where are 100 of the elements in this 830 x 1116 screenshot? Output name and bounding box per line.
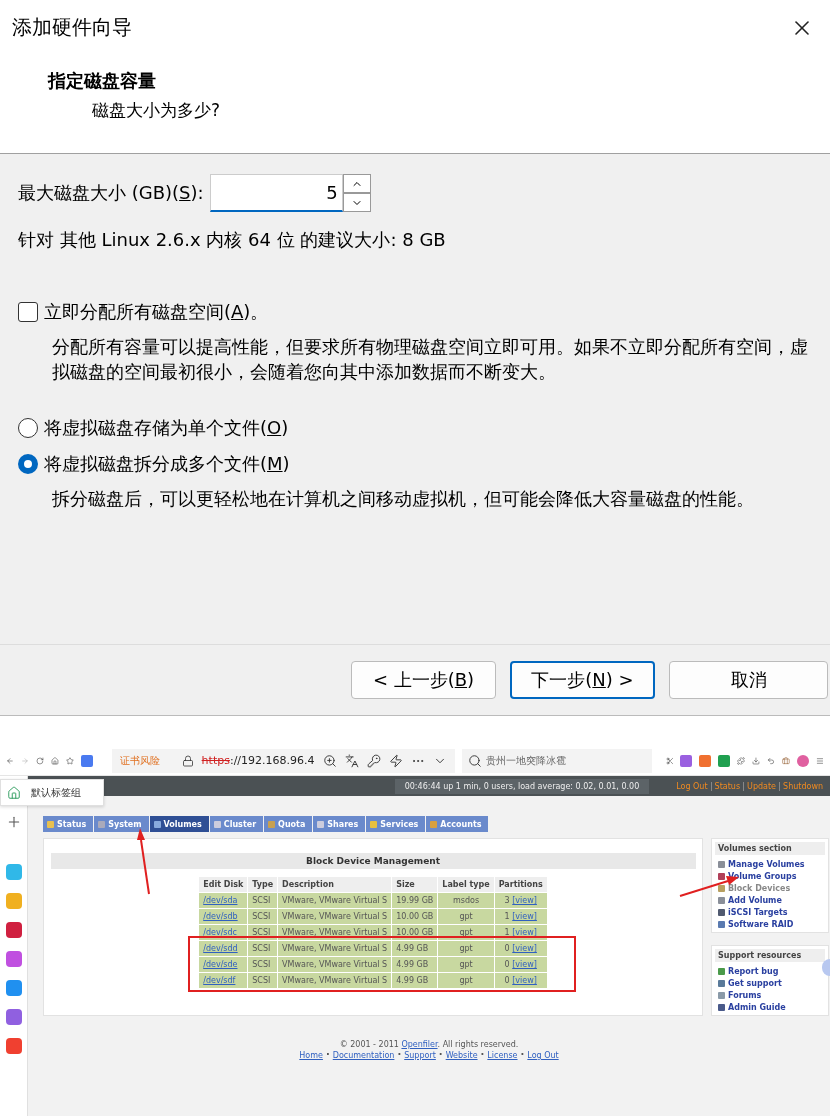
footer-link[interactable]: License [487,1051,518,1060]
sidebar-link[interactable]: Manage Volumes [715,860,825,869]
decrement-button[interactable] [342,193,371,212]
column-header: Partitions [494,877,547,892]
window-title: 添加硬件向导 [12,14,132,41]
footer-link[interactable]: Documentation [332,1051,395,1060]
nav-tab[interactable]: Volumes [149,816,209,832]
table-cell: gpt [438,941,494,956]
table-cell: gpt [438,909,494,924]
sidebar-link[interactable]: Get support [715,979,825,988]
column-header: Description [278,877,392,892]
nav-tab[interactable]: Services [366,816,426,832]
footer-link[interactable]: Support [404,1051,436,1060]
column-header: Type [248,877,278,892]
panel-heading: Support resources [715,949,825,962]
footer-link[interactable]: Home [299,1051,323,1060]
nav-tab[interactable]: Quota [264,816,313,832]
separator-dot: · [480,1051,485,1060]
search-icon[interactable] [467,753,482,768]
sidebar-app-icon[interactable] [5,864,22,880]
increment-button[interactable] [342,174,371,193]
sidebar-link[interactable]: iSCSI Targets [715,908,825,917]
separator-dot: · [325,1051,330,1060]
table-cell: gpt [438,973,494,988]
sidebar-link[interactable]: Admin Guide [715,1003,825,1012]
key-icon[interactable] [366,753,381,768]
table-cell: 4.99 GB [392,973,438,988]
disk-size-field[interactable]: 5 [209,174,343,212]
translate-icon[interactable] [344,753,359,768]
certificate-warning[interactable]: 证书风险 [119,753,160,768]
partition-count: 1 [504,928,510,937]
view-link[interactable]: [view] [512,912,537,921]
nav-tab[interactable]: Status [43,816,94,832]
table-cell: VMware, VMware Virtual S [278,973,392,988]
footer-link[interactable]: Website [445,1051,478,1060]
zoom-icon[interactable] [322,753,337,768]
nav-tab[interactable]: Cluster [209,816,264,832]
sidebar-link[interactable]: Report bug [715,967,825,976]
partition-count: 1 [504,912,510,921]
nav-tab[interactable]: Shares [313,816,366,832]
panel-heading: Volumes section [715,842,825,855]
annotation-arrow [137,828,150,895]
sidebar-app-icon[interactable] [5,922,22,938]
search-field[interactable]: 贵州一地突降冰雹 [461,748,652,773]
separator-dot: · [438,1051,443,1060]
sidebar-app-icon[interactable] [5,951,22,967]
view-link[interactable]: [view] [512,976,537,985]
nav-tab[interactable]: System [94,816,149,832]
sidebar-link[interactable]: Add Volume [715,896,825,905]
sidebar-link[interactable]: Forums [715,991,825,1000]
view-link[interactable]: [view] [512,928,537,937]
radio-label[interactable]: 将虚拟磁盘拆分成多个文件(M) [44,452,290,476]
table-cell: VMware, VMware Virtual S [278,909,392,924]
separator-dot: · [520,1051,525,1060]
sidebar-link[interactable]: Software RAID [715,920,825,929]
dialog-button[interactable]: 下一步(N) > [510,661,655,699]
partition-count: 0 [504,976,510,985]
table-cell: SCSI [248,957,278,972]
partition-count: 0 [504,960,510,969]
table-cell: VMware, VMware Virtual S [278,893,392,908]
dialog-button[interactable]: 取消 [669,661,828,699]
view-link[interactable]: [view] [512,960,537,969]
table-cell: 19.99 GB [392,893,438,908]
footer-link[interactable]: Log Out [527,1051,559,1060]
footer-link[interactable]: Openfiler [401,1040,438,1049]
checkbox[interactable] [18,302,38,322]
column-header: Edit Disk [199,877,248,892]
checkbox-label[interactable]: 立即分配所有磁盘空间(A)。 [44,300,269,324]
column-header: Label type [438,877,494,892]
view-link[interactable]: [view] [512,944,537,953]
radio-button[interactable] [18,454,38,474]
table-cell: gpt [438,957,494,972]
recommendation-text: 针对 其他 Linux 2.6.x 内核 64 位 的建议大小: 8 GB [18,228,447,252]
home-icon[interactable] [7,785,21,800]
tab-group-popup[interactable]: 默认标签组 [0,779,104,806]
nav-tab[interactable]: Accounts [426,816,489,832]
address-url[interactable]: https://192.168.96.4 [201,754,315,767]
table-cell: 4.99 GB [392,941,438,956]
page-heading: 指定磁盘容量 [48,69,157,93]
sidebar-app-icon[interactable] [5,1038,22,1054]
table-cell: SCSI [248,893,278,908]
radio-button[interactable] [18,418,38,438]
option-description: 拆分磁盘后，可以更轻松地在计算机之间移动虚拟机，但可能会降低大容量磁盘的性能。 [52,487,755,511]
option-description: 分配所有容量可以提高性能，但要求所有物理磁盘空间立即可用。如果不立即分配所有空间，虚拟磁盘的空间最初很小，会随着您向其中添加数据而不断变大。 [52,335,809,384]
app-icon[interactable] [680,754,693,767]
header-link[interactable]: Log Out [673,781,711,791]
dialog-button[interactable]: < 上一步(B) [351,661,496,699]
header-link[interactable]: Status [710,781,744,791]
header-link[interactable]: Update [743,781,780,791]
table-cell: VMware, VMware Virtual S [278,957,392,972]
sidebar-link[interactable]: Block Devices [715,884,825,893]
field-label: 最大磁盘大小 (GB)(S): [18,181,204,205]
radio-label[interactable]: 将虚拟磁盘存储为单个文件(O) [44,416,289,440]
view-link[interactable]: [view] [512,896,537,905]
sidebar-app-icon[interactable] [5,1009,22,1025]
partition-count: 0 [504,944,510,953]
bolt-icon[interactable] [388,753,403,768]
header-link[interactable]: Shutdown [779,781,826,791]
lock-icon[interactable] [181,754,194,767]
sidebar-app-icon[interactable] [5,980,22,996]
